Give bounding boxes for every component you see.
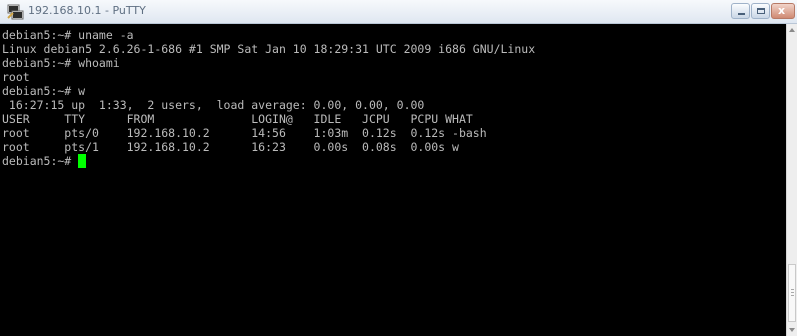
terminal-area[interactable]: debian5:~# uname -a Linux debian5 2.6.26…	[0, 24, 786, 336]
grip-line	[791, 289, 794, 290]
terminal-line: root pts/1 192.168.10.2 16:23 0.00s 0.08…	[2, 140, 459, 154]
terminal-line: debian5:~# whoami	[2, 56, 120, 70]
putty-window: 192.168.10.1 - PuTTY x debian5:~# uname …	[0, 0, 797, 336]
vertical-scrollbar[interactable]	[786, 24, 797, 336]
close-icon: x	[778, 4, 786, 17]
minimize-button[interactable]	[731, 3, 750, 19]
terminal-line: root	[2, 70, 30, 84]
maximize-button[interactable]	[751, 3, 770, 19]
scroll-up-arrow-icon[interactable]	[789, 28, 795, 32]
scrollbar-thumb[interactable]	[788, 264, 796, 322]
close-button[interactable]: x	[771, 3, 795, 19]
grip-line	[791, 292, 794, 293]
title-bar[interactable]: 192.168.10.1 - PuTTY x	[0, 0, 797, 24]
terminal-line: root pts/0 192.168.10.2 14:56 1:03m 0.12…	[2, 126, 487, 140]
putty-icon[interactable]	[6, 3, 24, 21]
terminal-line: 16:27:15 up 1:33, 2 users, load average:…	[2, 98, 425, 112]
terminal-line: debian5:~# uname -a	[2, 28, 134, 42]
window-title: 192.168.10.1 - PuTTY	[28, 4, 146, 17]
window-controls: x	[731, 3, 795, 21]
terminal-line: Linux debian5 2.6.26-1-686 #1 SMP Sat Ja…	[2, 42, 536, 56]
scroll-down-arrow-icon[interactable]	[789, 328, 795, 332]
terminal-line: debian5:~# w	[2, 84, 86, 98]
terminal-cursor	[78, 154, 87, 168]
grip-line	[791, 295, 794, 296]
terminal-line: USER TTY FROM LOGIN@ IDLE JCPU PCPU WHAT	[2, 112, 473, 126]
terminal-prompt-line: debian5:~#	[2, 154, 87, 168]
maximize-icon	[757, 8, 765, 14]
terminal-prompt: debian5:~#	[2, 154, 79, 168]
minimize-icon	[738, 13, 745, 15]
